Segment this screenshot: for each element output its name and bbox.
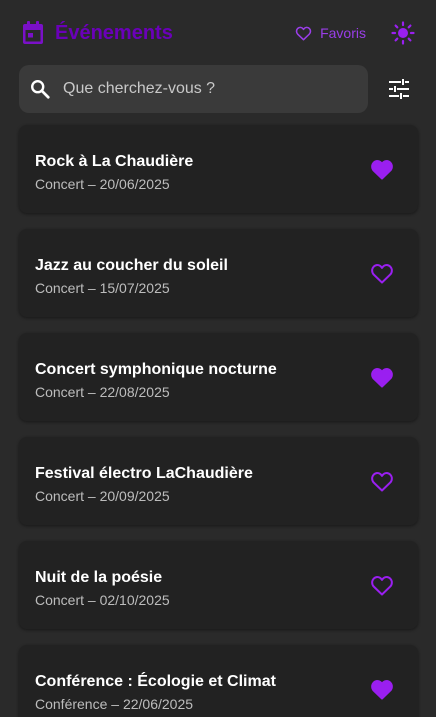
event-subtitle: Concert – 20/09/2025: [35, 488, 170, 504]
heart-outline-icon[interactable]: [369, 261, 395, 285]
app: Événements Favoris Que cherchez-vous ? R…: [0, 0, 436, 717]
favorites-label: Favoris: [320, 25, 366, 41]
search-input[interactable]: [63, 65, 368, 113]
sun-icon[interactable]: [390, 20, 416, 46]
event-subtitle: Conférence – 22/06/2025: [35, 696, 194, 712]
event-card[interactable]: Nuit de la poésie Concert – 02/10/2025: [19, 541, 418, 629]
event-title: Jazz au coucher du soleil: [35, 257, 228, 274]
heart-filled-icon[interactable]: [369, 365, 395, 389]
event-card[interactable]: Jazz au coucher du soleil Concert – 15/07…: [19, 229, 418, 317]
calendar-icon: [20, 20, 46, 46]
event-card[interactable]: Rock à La Chaudière Concert – 20/06/2025: [19, 125, 418, 213]
heart-outline-icon[interactable]: [369, 573, 395, 597]
tune-icon[interactable]: [387, 77, 411, 101]
event-title: Nuit de la poésie: [35, 569, 163, 586]
event-title: Rock à La Chaudière: [35, 153, 194, 170]
favorites-button[interactable]: Favoris: [295, 25, 366, 42]
heart-filled-icon[interactable]: [369, 677, 395, 701]
event-card[interactable]: Concert symphonique nocturne Concert – 22…: [19, 333, 418, 421]
event-title: Conférence : Écologie et Climat: [35, 673, 276, 690]
event-title: Concert symphonique nocturne: [35, 361, 277, 378]
heart-outline-icon: [295, 25, 312, 42]
app-header: Événements Favoris: [0, 0, 436, 66]
search-icon: [29, 78, 51, 100]
search-row: [19, 65, 417, 113]
heart-filled-icon[interactable]: [369, 157, 395, 181]
page-title: Événements: [55, 21, 173, 44]
event-card[interactable]: Festival électro LaChaudière Concert – 20…: [19, 437, 418, 525]
event-subtitle: Concert – 15/07/2025: [35, 280, 170, 296]
event-card[interactable]: Conférence : Écologie et Climat Conférenc…: [19, 645, 418, 717]
search-box[interactable]: [19, 65, 368, 113]
event-list: Rock à La Chaudière Concert – 20/06/2025 J…: [19, 125, 418, 717]
event-subtitle: Concert – 22/08/2025: [35, 384, 170, 400]
event-subtitle: Concert – 20/06/2025: [35, 176, 170, 192]
heart-outline-icon[interactable]: [369, 469, 395, 493]
event-title: Festival électro LaChaudière: [35, 465, 253, 482]
event-subtitle: Concert – 02/10/2025: [35, 592, 170, 608]
